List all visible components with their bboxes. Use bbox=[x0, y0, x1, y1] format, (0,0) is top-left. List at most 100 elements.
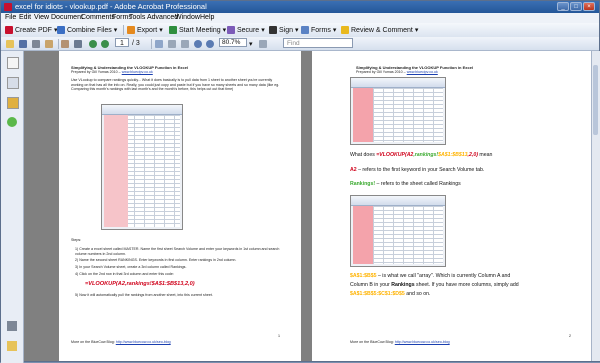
export-button[interactable]: Export ▾ bbox=[127, 25, 163, 35]
menu-advanced[interactable]: Advanced bbox=[147, 14, 178, 21]
next-page-button[interactable] bbox=[101, 39, 109, 49]
chevron-down-icon: ▾ bbox=[159, 27, 163, 34]
page2-footer: More on the BlueCow Blog: http://www.blu… bbox=[350, 340, 450, 344]
marquee-zoom-button[interactable] bbox=[155, 39, 163, 49]
formula-sheet: ,rankings! bbox=[413, 152, 439, 158]
pdf-page-2: Simplifying & Understanding the VLOOKUP … bbox=[312, 51, 594, 361]
how-to-icon[interactable] bbox=[7, 117, 17, 127]
byline-link[interactable]: www.bluecipv.co.uk bbox=[122, 70, 153, 74]
footer-link[interactable]: http://www.bluecow.co.uk/seo-blog bbox=[395, 340, 450, 344]
document-area[interactable]: Simplifying & Understanding the VLOOKUP … bbox=[24, 51, 599, 361]
fit-width-icon bbox=[181, 40, 189, 48]
secure-button[interactable]: Secure ▾ bbox=[227, 25, 265, 35]
title-bar: excel for idiots - vlookup.pdf - Adobe A… bbox=[1, 1, 599, 13]
comment-icon bbox=[341, 26, 349, 34]
forms-icon bbox=[301, 26, 309, 34]
folder-icon bbox=[6, 40, 14, 48]
zoom-out-button[interactable] bbox=[194, 39, 202, 49]
save-button[interactable] bbox=[19, 39, 27, 49]
menu-window[interactable]: Window bbox=[175, 14, 200, 21]
page1-number: 1 bbox=[278, 334, 280, 338]
footer-link[interactable]: http://www.bluecow.co.uk/seo-blog bbox=[116, 340, 171, 344]
menu-document[interactable]: Document bbox=[51, 14, 83, 21]
create-pdf-button[interactable]: Create PDF ▾ bbox=[5, 25, 57, 35]
page-layout-button[interactable] bbox=[259, 39, 267, 49]
minus-icon bbox=[194, 40, 202, 48]
array-label: $A$1:$B$5 bbox=[350, 273, 377, 279]
menu-view[interactable]: View bbox=[34, 14, 49, 21]
email-icon bbox=[45, 40, 53, 48]
attachments-icon[interactable] bbox=[7, 321, 17, 331]
maximize-button[interactable]: □ bbox=[570, 2, 582, 11]
navigation-pane bbox=[1, 51, 24, 363]
formula-range: $A$1:$B$13 bbox=[438, 152, 468, 158]
menu-help[interactable]: Help bbox=[200, 14, 214, 21]
sign-button[interactable]: Sign ▾ bbox=[269, 25, 299, 35]
comments-icon[interactable] bbox=[7, 341, 17, 351]
rankings-explanation: Rankings! – refers to the sheet called R… bbox=[350, 181, 461, 188]
plus-icon bbox=[206, 40, 214, 48]
navigation-toolbar: 1 / 3 80.7% ▾ Find bbox=[1, 37, 599, 51]
menu-tools[interactable]: Tools bbox=[129, 14, 145, 21]
start-meeting-label: Start Meeting bbox=[179, 26, 221, 34]
array-explanation-1: $A$1:$B$5 – is what we call "array". Whi… bbox=[350, 273, 510, 280]
select-tool-button[interactable] bbox=[74, 39, 82, 49]
close-button[interactable]: × bbox=[583, 2, 595, 11]
vertical-scrollbar[interactable] bbox=[591, 51, 600, 361]
byline-link[interactable]: www.bluecipv.co.uk bbox=[407, 70, 438, 74]
hand-tool-button[interactable] bbox=[61, 39, 69, 49]
start-meeting-button[interactable]: Start Meeting ▾ bbox=[169, 25, 226, 35]
steps-label: Steps: bbox=[71, 238, 82, 242]
page-number-input[interactable]: 1 bbox=[115, 38, 129, 47]
bookmarks-icon[interactable] bbox=[7, 77, 19, 89]
menu-edit[interactable]: Edit bbox=[19, 14, 31, 21]
pdf-page-1: Simplifying & Understanding the VLOOKUP … bbox=[59, 51, 301, 361]
two-page-icon bbox=[259, 40, 267, 48]
chevron-down-icon: ▾ bbox=[261, 27, 265, 34]
formula-post: ,2,0) bbox=[467, 152, 478, 158]
email-button[interactable] bbox=[45, 39, 53, 49]
review-comment-label: Review & Comment bbox=[351, 26, 413, 34]
signatures-icon[interactable] bbox=[7, 97, 19, 109]
page-total: / 3 bbox=[132, 39, 140, 47]
array-explanation-3: $A$1:$B$5:$C$1:$D$5 and so on. bbox=[350, 291, 430, 298]
pages-icon[interactable] bbox=[7, 57, 19, 69]
menu-comments[interactable]: Comments bbox=[81, 14, 115, 21]
pen-icon bbox=[269, 26, 277, 34]
zoom-in-button[interactable] bbox=[206, 39, 214, 49]
meeting-icon bbox=[169, 26, 177, 34]
scrollbar-thumb[interactable] bbox=[593, 65, 598, 135]
forms-button[interactable]: Forms ▾ bbox=[301, 25, 336, 35]
export-label: Export bbox=[137, 26, 158, 34]
print-button[interactable] bbox=[32, 39, 40, 49]
a2-label: A2 bbox=[350, 167, 357, 173]
zoom-level-input[interactable]: 80.7% bbox=[219, 38, 247, 47]
review-comment-button[interactable]: Review & Comment ▾ bbox=[341, 25, 418, 35]
array-text: – is what we call "array". Which is curr… bbox=[376, 273, 511, 279]
fit-page-button[interactable] bbox=[168, 39, 176, 49]
menu-file[interactable]: File bbox=[5, 14, 16, 21]
open-button[interactable] bbox=[6, 39, 14, 49]
page1-footer: More on the BlueCow Blog: http://www.blu… bbox=[71, 340, 171, 344]
minimize-button[interactable]: _ bbox=[557, 2, 569, 11]
zoom-dropdown[interactable]: ▾ bbox=[249, 39, 253, 49]
highlighted-column bbox=[353, 206, 373, 264]
secure-label: Secure bbox=[237, 26, 260, 34]
create-pdf-label: Create PDF bbox=[15, 26, 52, 34]
chevron-down-icon: ▾ bbox=[113, 27, 118, 34]
toolbar-divider bbox=[123, 25, 124, 35]
what-does-line: What does =VLOOKUP(A2,rankings!$A$1:$B$1… bbox=[350, 152, 492, 159]
array-example: $A$1:$B$5:$C$1:$D$5 bbox=[350, 291, 405, 297]
fit-width-button[interactable] bbox=[181, 39, 189, 49]
previous-page-button[interactable] bbox=[89, 39, 97, 49]
chevron-down-icon: ▾ bbox=[222, 27, 227, 34]
save-icon bbox=[19, 40, 27, 48]
sign-label: Sign bbox=[279, 26, 294, 34]
what-does-text: What does bbox=[350, 152, 375, 158]
a2-text: – refers to the first keyword in your Se… bbox=[356, 167, 485, 173]
arrow-down-icon bbox=[101, 40, 109, 48]
tasks-toolbar: Create PDF ▾ Combine Files ▾ Export ▾ St… bbox=[1, 23, 599, 38]
find-input[interactable]: Find bbox=[283, 38, 353, 48]
rankings-label: Rankings! bbox=[350, 181, 376, 187]
combine-files-button[interactable]: Combine Files ▾ bbox=[57, 25, 117, 35]
